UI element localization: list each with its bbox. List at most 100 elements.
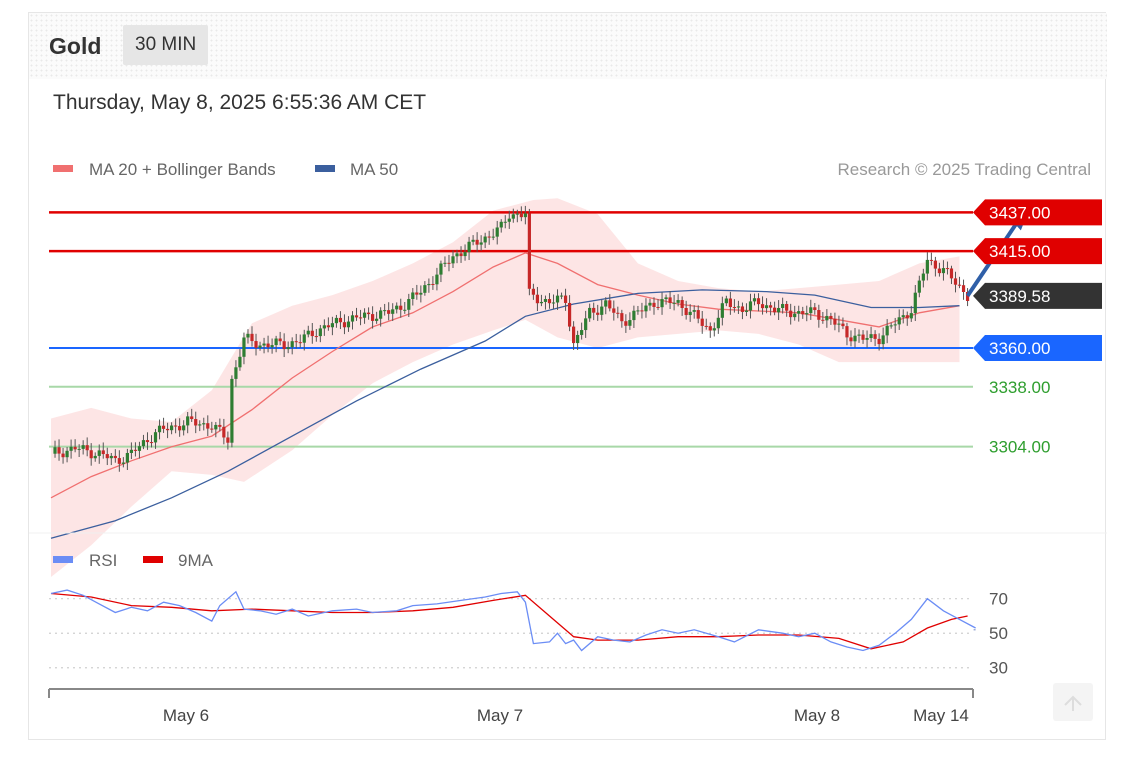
candle-body [294, 341, 298, 343]
candle-body [206, 423, 210, 429]
level-tags: 3437.00 3415.00 3389.58 3360.00 3338.00 3304.… [973, 199, 1102, 457]
time-tick-label: May 8 [794, 706, 840, 725]
candle-body [704, 325, 708, 327]
candle-body [861, 334, 865, 340]
candle-body [893, 324, 897, 326]
candle-body [358, 317, 363, 319]
candle-body [427, 283, 431, 286]
candle-body [901, 315, 905, 318]
candle-body [604, 300, 608, 307]
candle-body [161, 425, 166, 429]
candle-body [909, 313, 913, 319]
candle-body [511, 214, 515, 219]
candle-body [809, 307, 813, 314]
candle-body [632, 310, 636, 321]
candle-body [97, 450, 101, 456]
candle-body [290, 341, 294, 348]
candle-body [338, 317, 343, 323]
candle-body [471, 239, 475, 242]
candle-body [81, 445, 85, 449]
candle-body [306, 330, 310, 335]
candle-body [821, 319, 825, 321]
candle-body [889, 325, 893, 327]
candle-body [362, 312, 367, 318]
candle-body [829, 315, 833, 319]
candle-body [957, 284, 962, 286]
candle-body [616, 312, 620, 314]
candle-body [563, 295, 568, 303]
level-tag-3360.00: 3360.00 [989, 339, 1050, 358]
candle-body [503, 221, 507, 223]
candle-body [736, 306, 741, 308]
candle-body [479, 242, 483, 245]
candle-body [933, 260, 937, 269]
candle-body [547, 299, 552, 304]
candle-body [913, 292, 917, 314]
candle-body [764, 305, 769, 309]
candle-body [885, 325, 889, 336]
rsi-legend-swatch [53, 556, 73, 563]
rsi-level-label-70: 70 [989, 590, 1008, 609]
candle-body [310, 330, 314, 337]
candle-body [881, 335, 885, 345]
candle-body [366, 312, 371, 315]
candle-body [258, 345, 262, 348]
candle-body [133, 449, 138, 451]
candle-body [419, 292, 423, 295]
candle-body [813, 307, 817, 311]
candle-body [282, 341, 286, 350]
candle-body [648, 302, 652, 306]
candle-body [873, 334, 877, 339]
time-tick-label: May 14 [913, 706, 969, 725]
candle-body [326, 325, 330, 328]
candle-body [853, 335, 857, 342]
candle-body [672, 302, 676, 304]
candle-body [153, 432, 158, 443]
candle-body [439, 263, 443, 275]
candle-body [459, 253, 463, 257]
candle-body [531, 288, 535, 295]
candle-body [483, 236, 487, 243]
candle-body [584, 318, 588, 331]
candle-body [664, 297, 668, 300]
candle-body [961, 285, 966, 293]
candle-body [600, 306, 604, 315]
candle-body [69, 446, 73, 451]
candle-body [61, 453, 65, 458]
candle-body [877, 338, 881, 345]
candle-body [411, 292, 415, 300]
candle-body [917, 280, 921, 293]
candle-body [113, 455, 117, 459]
candle-body [330, 323, 334, 328]
candle-body [748, 301, 753, 311]
candle-body [53, 447, 57, 454]
candle-body [89, 450, 93, 459]
candle-body [262, 343, 266, 346]
candle-body [455, 253, 459, 257]
candle-body [105, 454, 109, 459]
candle-body [941, 268, 946, 274]
candle-body [178, 426, 182, 431]
candle-body [157, 425, 162, 433]
candle-body [73, 446, 77, 450]
candle-body [744, 310, 749, 312]
candle-body [817, 310, 821, 320]
rsi-ma-legend-label: 9MA [178, 551, 214, 570]
candle-body [945, 268, 950, 270]
candle-body [567, 302, 572, 327]
candle-body [475, 239, 479, 245]
candle-body [825, 315, 829, 321]
candle-body [700, 318, 704, 326]
candle-body [399, 305, 403, 310]
candle-body [789, 310, 793, 318]
candle-body [286, 347, 290, 350]
candle-body [535, 294, 540, 304]
candle-body [447, 262, 451, 264]
candle-body [624, 321, 628, 326]
candle-body [266, 343, 270, 348]
time-tick-label: May 6 [163, 706, 209, 725]
candle-body [724, 298, 728, 304]
candle-body [523, 213, 527, 218]
time-tick-label: May 7 [477, 706, 523, 725]
candle-body [270, 345, 274, 348]
